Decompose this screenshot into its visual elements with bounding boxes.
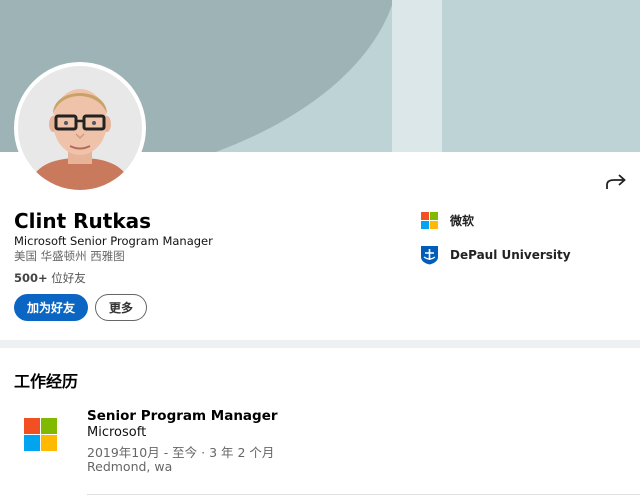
- banner-shape: [442, 0, 640, 152]
- connections-label: 位好友: [47, 271, 86, 285]
- experience-divider: [87, 494, 640, 495]
- avatar[interactable]: [14, 62, 146, 194]
- profile-name: Clint Rutkas: [14, 209, 152, 233]
- org-label: 微软: [450, 214, 475, 228]
- depaul-logo-icon: [421, 246, 438, 265]
- profile-location: 美国 华盛顿州 西雅图: [14, 249, 125, 263]
- connections-count: 500+ 位好友: [14, 270, 86, 286]
- microsoft-logo-icon: [24, 418, 57, 451]
- banner-shape: [392, 0, 442, 152]
- org-label: DePaul University: [450, 248, 571, 262]
- connections-number: 500+: [14, 271, 48, 285]
- more-button[interactable]: 更多: [95, 294, 147, 321]
- experience-company-logo[interactable]: [24, 418, 57, 455]
- experience-title: Senior Program Manager: [87, 408, 278, 424]
- experience-location: Redmond, wa: [87, 459, 173, 474]
- add-friend-button[interactable]: 加为好友: [14, 294, 88, 321]
- experience-company: Microsoft: [87, 425, 147, 440]
- org-item-depaul[interactable]: DePaul University: [420, 245, 571, 265]
- section-divider: [0, 340, 640, 348]
- profile-headline: Microsoft Senior Program Manager: [14, 234, 213, 248]
- microsoft-logo-icon: [421, 212, 438, 229]
- org-item-microsoft[interactable]: 微软: [421, 212, 474, 229]
- profile-card: Clint Rutkas Microsoft Senior Program Ma…: [0, 0, 640, 340]
- experience-section: 工作经历 Senior Program Manager Microsoft 20…: [0, 348, 640, 496]
- share-arrow-icon[interactable]: [604, 172, 628, 192]
- section-title: 工作经历: [14, 372, 79, 391]
- profile-photo: [18, 66, 142, 190]
